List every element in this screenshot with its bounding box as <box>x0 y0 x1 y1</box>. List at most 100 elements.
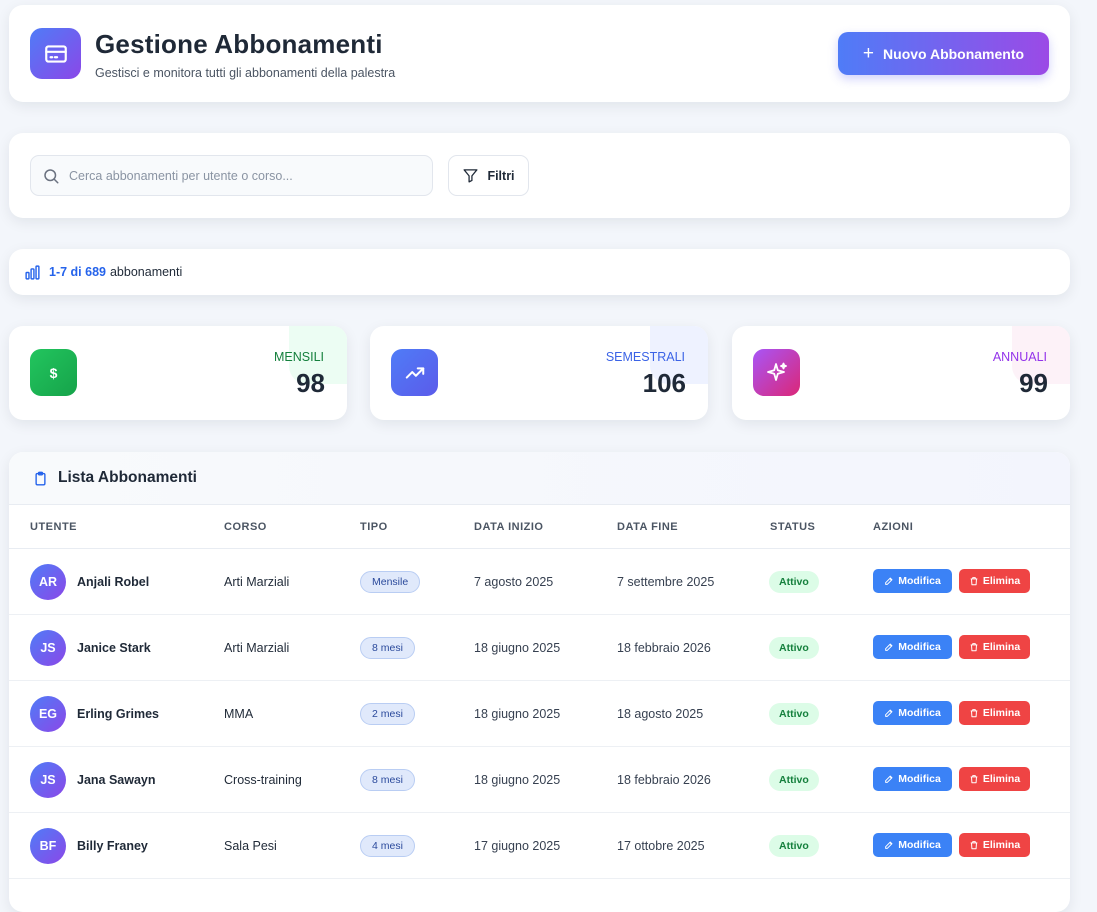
start-date: 18 giugno 2025 <box>474 773 561 787</box>
end-date: 7 settembre 2025 <box>617 575 715 589</box>
table-row[interactable]: EG Erling Grimes MMA 2 mesi 18 giugno 2025 18… <box>9 681 1070 747</box>
sparkles-icon <box>753 349 800 396</box>
column-header[interactable]: DATA INIZIO <box>474 521 543 533</box>
avatar: EG <box>30 696 66 732</box>
table-header: Lista Abbonamenti <box>9 452 1070 505</box>
edit-label: Modifica <box>898 773 941 785</box>
delete-button[interactable]: Elimina <box>959 833 1030 857</box>
avatar: AR <box>30 564 66 600</box>
plus-icon: + <box>862 43 875 64</box>
edit-button[interactable]: Modifica <box>873 701 952 725</box>
clipboard-icon <box>33 471 48 486</box>
search-box[interactable] <box>30 155 433 196</box>
delete-label: Elimina <box>982 641 1021 653</box>
table-columns: UTENTE CORSO TIPO DATA INIZIO DATA FINE … <box>9 505 1070 549</box>
delete-label: Elimina <box>982 773 1021 785</box>
count-range: 1-7 di 689 <box>49 265 106 279</box>
edit-label: Modifica <box>898 641 941 653</box>
user-name: Anjali Robel <box>77 575 150 589</box>
start-date: 18 giugno 2025 <box>474 707 561 721</box>
course-name: MMA <box>224 707 254 721</box>
status-badge: Attivo <box>769 769 819 791</box>
table-row[interactable]: BF Billy Franey Sala Pesi 4 mesi 17 giugno 2… <box>9 813 1070 879</box>
edit-label: Modifica <box>898 839 941 851</box>
status-badge: Attivo <box>769 703 819 725</box>
table-body: AR Anjali Robel Arti Marziali Mensile 7 agos… <box>9 549 1070 879</box>
stat-card-semiannual: SEMESTRALI 106 <box>370 326 708 420</box>
table-row[interactable]: AR Anjali Robel Arti Marziali Mensile 7 agos… <box>9 549 1070 615</box>
end-date: 18 febbraio 2026 <box>617 773 711 787</box>
trash-icon <box>969 840 979 850</box>
trending-up-icon <box>391 349 438 396</box>
filter-label: Filtri <box>487 168 515 183</box>
end-date: 18 febbraio 2026 <box>617 641 711 655</box>
edit-icon <box>884 774 894 784</box>
table-row[interactable]: JS Janice Stark Arti Marziali 8 mesi 18 giug… <box>9 615 1070 681</box>
stat-card-monthly: $ MENSILI 98 <box>9 326 347 420</box>
column-header[interactable]: STATUS <box>770 521 815 533</box>
type-badge: 8 mesi <box>360 637 415 659</box>
user-name: Erling Grimes <box>77 707 159 721</box>
new-subscription-button[interactable]: + Nuovo Abbonamento <box>838 32 1049 75</box>
column-header[interactable]: UTENTE <box>30 521 77 533</box>
edit-icon <box>884 576 894 586</box>
type-badge: 2 mesi <box>360 703 415 725</box>
stat-label: ANNUALI <box>992 350 1047 364</box>
table-title: Lista Abbonamenti <box>58 469 197 486</box>
stat-value: 98 <box>296 368 325 398</box>
search-icon <box>42 167 60 185</box>
status-badge: Attivo <box>769 835 819 857</box>
delete-button[interactable]: Elimina <box>959 569 1030 593</box>
stat-label: SEMESTRALI <box>605 350 685 364</box>
edit-icon <box>884 840 894 850</box>
dollar-icon: $ <box>30 349 77 396</box>
course-name: Arti Marziali <box>224 641 290 655</box>
trash-icon <box>969 642 979 652</box>
stat-label: MENSILI <box>273 350 324 364</box>
stat-value: 99 <box>1019 368 1048 398</box>
avatar: JS <box>30 762 66 798</box>
page-subtitle: Gestisci e monitora tutti gli abbonament… <box>95 66 396 80</box>
column-header[interactable]: TIPO <box>360 521 388 533</box>
filter-icon <box>462 167 479 184</box>
edit-label: Modifica <box>898 707 941 719</box>
delete-label: Elimina <box>982 575 1021 587</box>
avatar: JS <box>30 630 66 666</box>
trash-icon <box>969 576 979 586</box>
delete-button[interactable]: Elimina <box>959 635 1030 659</box>
bar-chart-icon <box>24 264 41 281</box>
delete-button[interactable]: Elimina <box>959 701 1030 725</box>
course-name: Cross-training <box>224 773 302 787</box>
status-badge: Attivo <box>769 571 819 593</box>
search-input[interactable] <box>69 168 432 183</box>
delete-label: Elimina <box>982 707 1021 719</box>
edit-button[interactable]: Modifica <box>873 833 952 857</box>
edit-button[interactable]: Modifica <box>873 767 952 791</box>
end-date: 18 agosto 2025 <box>617 707 704 721</box>
edit-button[interactable]: Modifica <box>873 569 952 593</box>
new-subscription-label: Nuovo Abbonamento <box>883 45 1025 62</box>
delete-button[interactable]: Elimina <box>959 767 1030 791</box>
type-badge: 4 mesi <box>360 835 415 857</box>
column-header[interactable]: DATA FINE <box>617 521 678 533</box>
column-header: AZIONI <box>873 521 914 533</box>
edit-label: Modifica <box>898 575 941 587</box>
count-suffix: abbonamenti <box>109 265 183 279</box>
credit-card-icon <box>30 28 81 79</box>
table-row[interactable]: JS Jana Sawayn Cross-training 8 mesi 18 giug… <box>9 747 1070 813</box>
edit-icon <box>884 642 894 652</box>
subscriptions-table: Lista Abbonamenti UTENTE CORSO TIPO DATA… <box>9 452 1070 912</box>
status-badge: Attivo <box>769 637 819 659</box>
column-header[interactable]: CORSO <box>224 521 267 533</box>
stat-card-annual: ANNUALI 99 <box>732 326 1070 420</box>
course-name: Sala Pesi <box>224 839 277 853</box>
end-date: 17 ottobre 2025 <box>617 839 705 853</box>
delete-label: Elimina <box>982 839 1021 851</box>
trash-icon <box>969 774 979 784</box>
page-header: Gestione Abbonamenti Gestisci e monitora… <box>9 5 1070 102</box>
course-name: Arti Marziali <box>224 575 290 589</box>
user-name: Janice Stark <box>77 641 151 655</box>
filter-button[interactable]: Filtri <box>448 155 529 196</box>
edit-button[interactable]: Modifica <box>873 635 952 659</box>
page-title: Gestione Abbonamenti <box>95 29 383 59</box>
